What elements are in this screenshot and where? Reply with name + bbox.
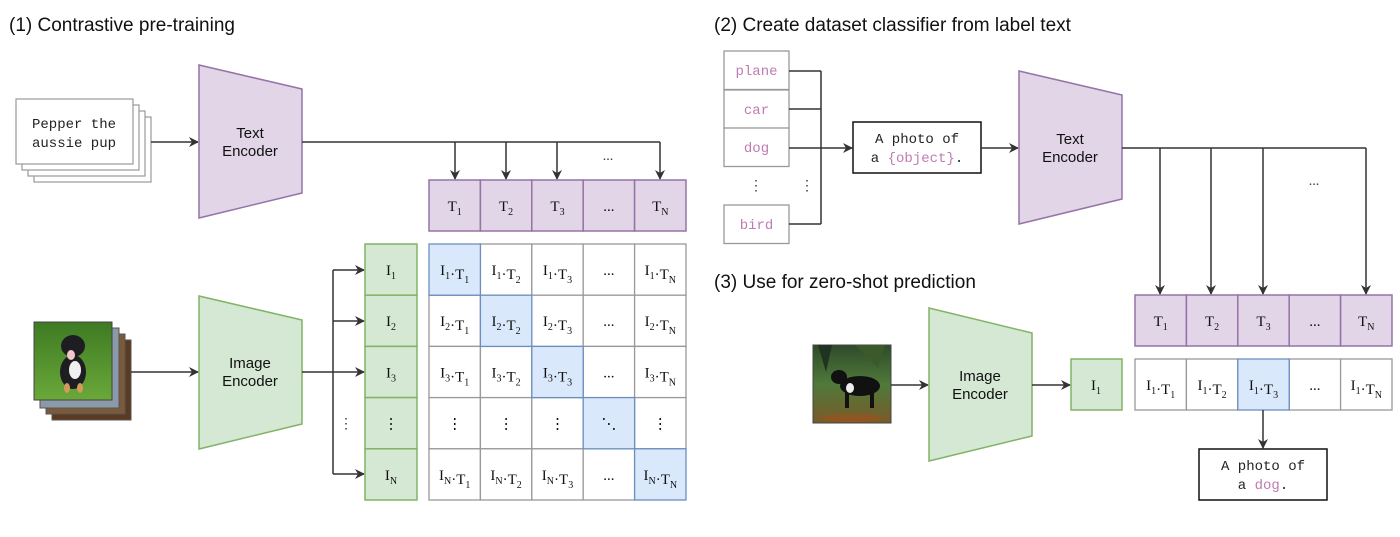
- matrix-cell-label-0-3: ...: [603, 263, 614, 279]
- matrix-cell-label-3-1: ⋮: [499, 417, 514, 433]
- prompt-line-1: A photo of: [875, 132, 959, 148]
- fanout-vertical-ellipsis: ⋮: [339, 417, 353, 432]
- score-row: I1·T1I1·T2... I1·TNI1·T3: [1134, 358, 1393, 411]
- image-embedding-cell-1: [364, 294, 418, 348]
- text-embedding-1-cell-label-3: ...: [603, 199, 614, 215]
- matrix-cell-label-3-0: ⋮: [447, 417, 462, 433]
- matrix-cell-label-4-3: ...: [603, 468, 614, 484]
- text-input-stack: Pepper the aussie pup: [15, 98, 152, 183]
- image-embedding-label-3: ⋮: [384, 417, 399, 433]
- prompt-variable: {object}: [888, 151, 955, 167]
- prediction-line-1: A photo of: [1221, 459, 1305, 475]
- fanout-ellipsis-2: ...: [1309, 174, 1320, 189]
- panel1-title: (1) Contrastive pre-training: [9, 15, 235, 36]
- class-label-0: plane: [735, 64, 777, 80]
- class-label-2: dog: [744, 141, 769, 157]
- image-encoder-2-label-2: Encoder: [952, 386, 1008, 403]
- score-label-3: ...: [1309, 378, 1320, 394]
- image-input-stack: [33, 321, 132, 421]
- prediction-class: dog: [1255, 478, 1280, 494]
- text-input-line2: aussie pup: [32, 136, 116, 152]
- image-embedding-column: I1I2I3⋮IN: [364, 243, 418, 501]
- matrix-cell-label-3-4: ⋮: [653, 417, 668, 433]
- text-encoder-1-label-2: Encoder: [222, 143, 278, 160]
- text-fanout-1: ...: [302, 141, 665, 180]
- prediction-prefix: a: [1238, 478, 1255, 494]
- class-label-list: plane car dog bird: [723, 50, 790, 245]
- prompt-prefix: a: [871, 151, 888, 167]
- panel2-title: (2) Create dataset classifier from label…: [714, 15, 1072, 36]
- image-embedding-cell-2: [364, 345, 418, 399]
- label-merge-lines: [789, 70, 853, 225]
- text-embedding-row-2: T1 T2 T3... TN: [1134, 294, 1393, 347]
- class-label-3: bird: [740, 218, 774, 234]
- text-embedding-row-1: T1 T2 T3... TN: [428, 179, 687, 232]
- dog-photo: [812, 344, 892, 424]
- matrix-cell-label-3-3: ⋱: [601, 417, 616, 433]
- puppy-photo: [33, 321, 113, 401]
- label-list-ellipsis: ⋮: [749, 179, 763, 194]
- text-fanout-2: ...: [1122, 147, 1371, 295]
- text-encoder-1-label-1: Text: [236, 125, 264, 142]
- image-embedding-i1: [1070, 358, 1123, 411]
- text-encoder-2-label-1: Text: [1056, 131, 1084, 148]
- matrix-cell-label-3-2: ⋮: [550, 417, 565, 433]
- class-label-1: car: [744, 103, 769, 119]
- prompt-suffix: .: [955, 151, 963, 167]
- image-fanout: ⋮: [302, 265, 365, 479]
- prompt-line-2: a {object}.: [871, 151, 963, 167]
- panel3-title: (3) Use for zero-shot prediction: [714, 272, 976, 293]
- image-encoder-1-label-2: Encoder: [222, 373, 278, 390]
- matrix-cell-label-1-3: ...: [603, 314, 614, 330]
- image-embedding-cell-0: [364, 243, 418, 296]
- clip-diagram: (1) Contrastive pre-training Pepper the …: [9, 15, 1393, 501]
- image-embedding-cell-4: [364, 448, 418, 501]
- label-lines-ellipsis: ⋮: [800, 179, 814, 194]
- matrix-cell-label-2-3: ...: [603, 365, 614, 381]
- prediction-line-2: a dog.: [1238, 478, 1288, 494]
- image-encoder-2-label-1: Image: [959, 368, 1001, 385]
- text-encoder-2-label-2: Encoder: [1042, 149, 1098, 166]
- text-embedding-2-cell-label-3: ...: [1309, 314, 1320, 330]
- text-input-line1: Pepper the: [32, 117, 116, 133]
- fanout-ellipsis: ...: [603, 149, 614, 164]
- image-encoder-1-label-1: Image: [229, 355, 271, 372]
- prediction-suffix: .: [1280, 478, 1288, 494]
- similarity-matrix: I1·T2I1·T3... I1·TNI2·T1I2·T3... I2·TNI3·T…: [428, 243, 687, 501]
